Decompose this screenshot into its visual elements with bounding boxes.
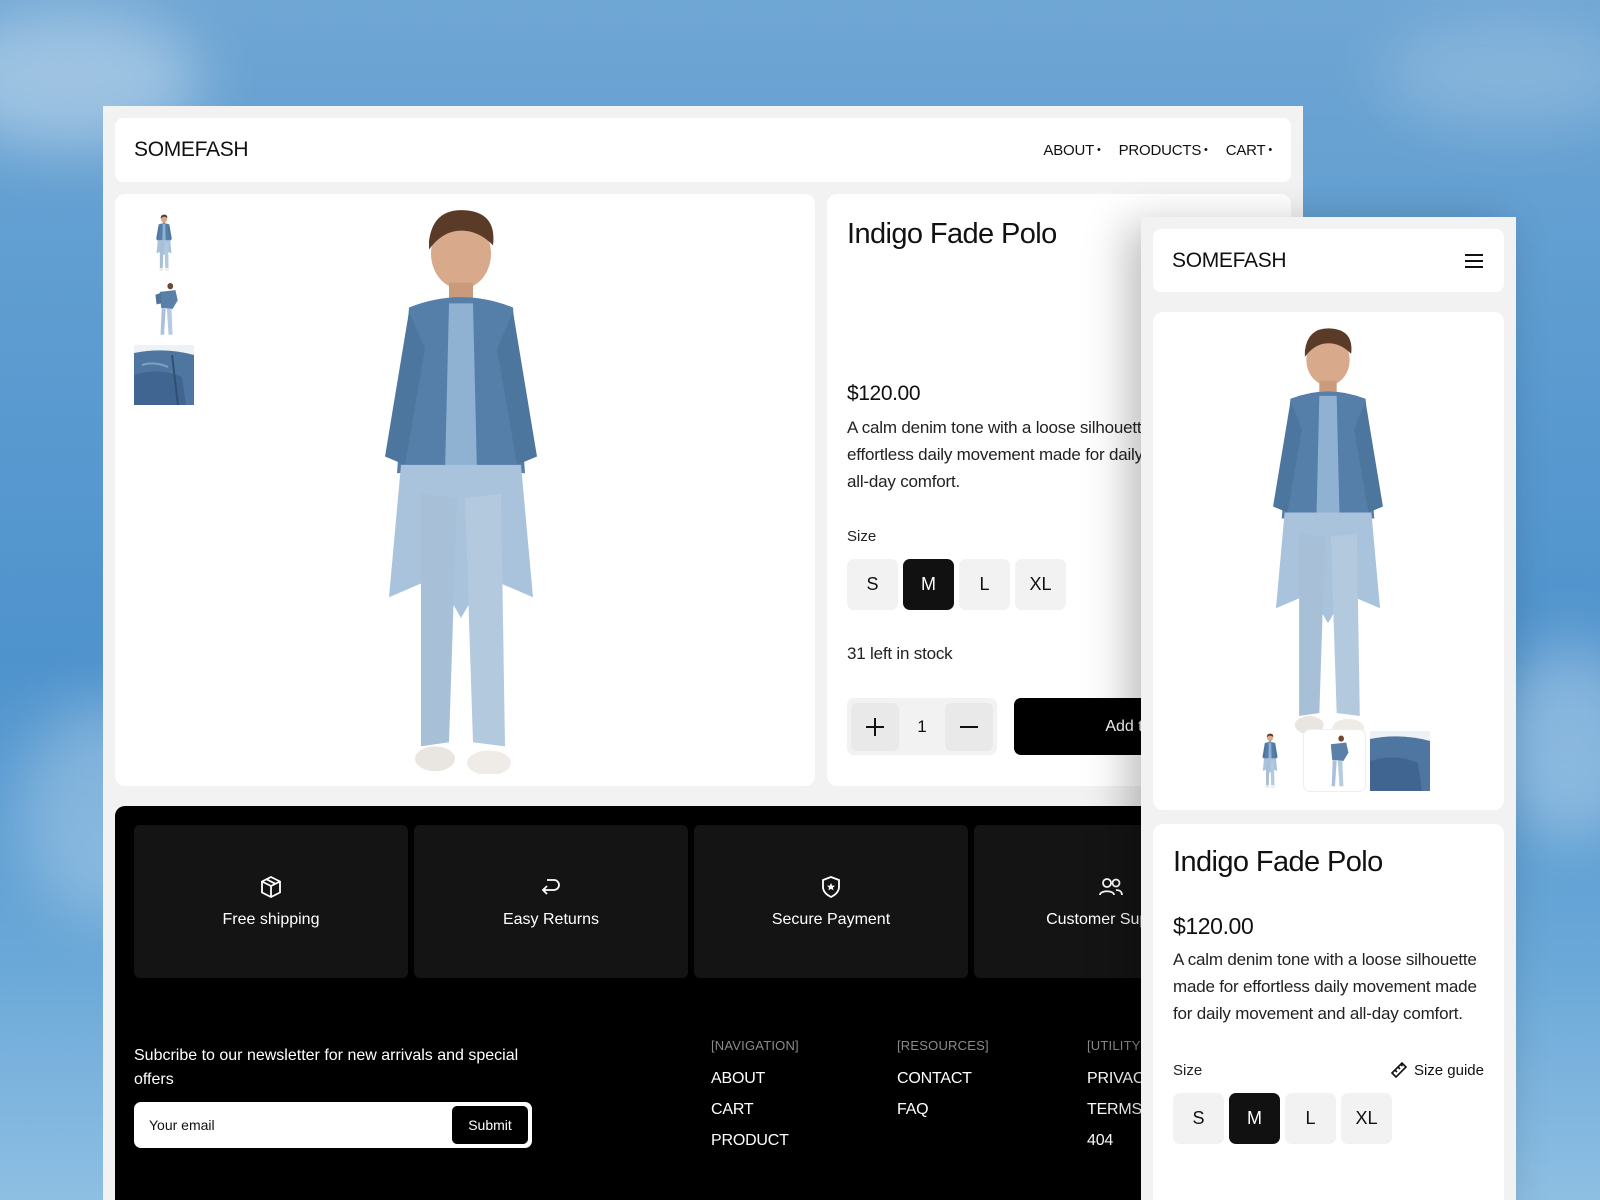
size-header-row: Size Size guide <box>1173 1061 1484 1079</box>
product-main-image <box>1273 328 1383 736</box>
quantity-value[interactable]: 1 <box>917 717 926 737</box>
product-gallery <box>115 194 815 786</box>
mobile-product-gallery <box>1153 312 1504 810</box>
size-guide-label: Size guide <box>1413 1061 1484 1079</box>
nav-about[interactable]: ABOUT <box>1043 142 1100 159</box>
product-description: A calm denim tone with a loose silhouett… <box>1173 950 1477 1023</box>
model-thumbnail-image <box>1261 733 1278 788</box>
size-label: Size <box>847 528 877 545</box>
model-pose-thumbnail-image <box>1330 735 1348 786</box>
footer-column-resources: [RESOURCES] CONTACT FAQ <box>897 1038 989 1132</box>
model-thumbnail-image <box>156 214 172 272</box>
thumbnail-front[interactable] <box>1239 730 1300 791</box>
size-option-m[interactable]: M <box>903 559 954 610</box>
product-price: $120.00 <box>847 382 921 405</box>
size-option-s[interactable]: S <box>1173 1093 1224 1144</box>
thumbnail-front[interactable] <box>134 213 194 273</box>
thumbnail-list <box>134 213 194 405</box>
feature-cards: Free shipping Easy Returns Secure Paymen… <box>134 825 1248 978</box>
mobile-product-info: Indigo Fade Polo $120.00 A calm denim to… <box>1153 824 1504 1200</box>
thumbnail-side[interactable] <box>1304 730 1365 791</box>
thumbnail-detail[interactable] <box>1369 730 1430 791</box>
size-selector: S M L XL <box>1173 1093 1484 1144</box>
mobile-header: SOMEFASH <box>1153 229 1504 292</box>
footer-link-cart[interactable]: CART <box>711 1101 799 1119</box>
brand-logo[interactable]: SOMEFASH <box>134 138 249 162</box>
footer-link-contact[interactable]: CONTACT <box>897 1070 989 1088</box>
return-arrow-icon <box>541 878 560 895</box>
decrement-button[interactable] <box>945 702 993 751</box>
product-title: Indigo Fade Polo <box>1173 846 1383 878</box>
footer-link-product[interactable]: PRODUCT <box>711 1132 799 1150</box>
footer-column-navigation: [NAVIGATION] ABOUT CART PRODUCT <box>711 1038 799 1163</box>
thumbnail-detail[interactable] <box>134 345 194 405</box>
newsletter-text: Subcribe to our newsletter for new arriv… <box>134 1047 519 1088</box>
desktop-window: SOMEFASH ABOUT PRODUCTS CART <box>103 106 1303 1200</box>
size-option-xl[interactable]: XL <box>1015 559 1066 610</box>
product-price: $120.00 <box>1173 913 1254 939</box>
size-option-s[interactable]: S <box>847 559 898 610</box>
size-label: Size <box>1173 1061 1203 1079</box>
footer-link-faq[interactable]: FAQ <box>897 1101 989 1119</box>
jacket-detail-thumbnail-image <box>134 345 194 405</box>
product-main-image <box>385 210 537 774</box>
feature-easy-returns: Easy Returns <box>414 825 688 978</box>
hamburger-menu-icon[interactable] <box>1463 252 1485 270</box>
feature-secure-payment: Secure Payment <box>694 825 968 978</box>
feature-label: Free shipping <box>222 910 320 928</box>
email-input[interactable] <box>149 1117 452 1133</box>
submit-button[interactable]: Submit <box>452 1106 528 1144</box>
footer-column-heading: [RESOURCES] <box>897 1038 989 1053</box>
plus-icon <box>866 717 884 736</box>
box-icon <box>261 875 281 898</box>
brand-logo[interactable]: SOMEFASH <box>1172 249 1287 273</box>
mobile-window: SOMEFASH Indigo Fade Polo $120.00 A calm… <box>1141 217 1516 1200</box>
nav-products[interactable]: PRODUCTS <box>1119 142 1208 159</box>
main-nav: ABOUT PRODUCTS CART <box>1043 142 1272 159</box>
model-pose-thumbnail-image <box>155 283 178 335</box>
feature-label: Easy Returns <box>502 910 600 928</box>
size-option-l[interactable]: L <box>1285 1093 1336 1144</box>
mobile-thumbnail-list <box>1239 730 1430 791</box>
site-footer: Free shipping Easy Returns Secure Paymen… <box>115 806 1291 1200</box>
shield-star-icon <box>822 875 840 898</box>
stock-status: 31 left in stock <box>847 644 953 663</box>
size-guide-link[interactable]: Size guide <box>1390 1061 1484 1079</box>
feature-label: Secure Payment <box>771 910 891 928</box>
newsletter-form: Submit <box>134 1102 532 1148</box>
quantity-stepper: 1 <box>847 698 997 755</box>
footer-column-heading: [NAVIGATION] <box>711 1038 799 1053</box>
feature-free-shipping: Free shipping <box>134 825 408 978</box>
minus-icon <box>960 725 978 728</box>
size-option-m[interactable]: M <box>1229 1093 1280 1144</box>
site-header: SOMEFASH ABOUT PRODUCTS CART <box>115 118 1291 182</box>
size-option-l[interactable]: L <box>959 559 1010 610</box>
nav-cart[interactable]: CART <box>1226 142 1272 159</box>
thumbnail-side[interactable] <box>134 279 194 339</box>
increment-button[interactable] <box>851 702 899 751</box>
size-option-xl[interactable]: XL <box>1341 1093 1392 1144</box>
footer-link-about[interactable]: ABOUT <box>711 1070 799 1088</box>
users-icon <box>1099 877 1123 895</box>
ruler-icon <box>1390 1061 1408 1079</box>
size-selector: S M L XL <box>847 559 1066 610</box>
jacket-detail-thumbnail-image <box>1369 730 1430 791</box>
